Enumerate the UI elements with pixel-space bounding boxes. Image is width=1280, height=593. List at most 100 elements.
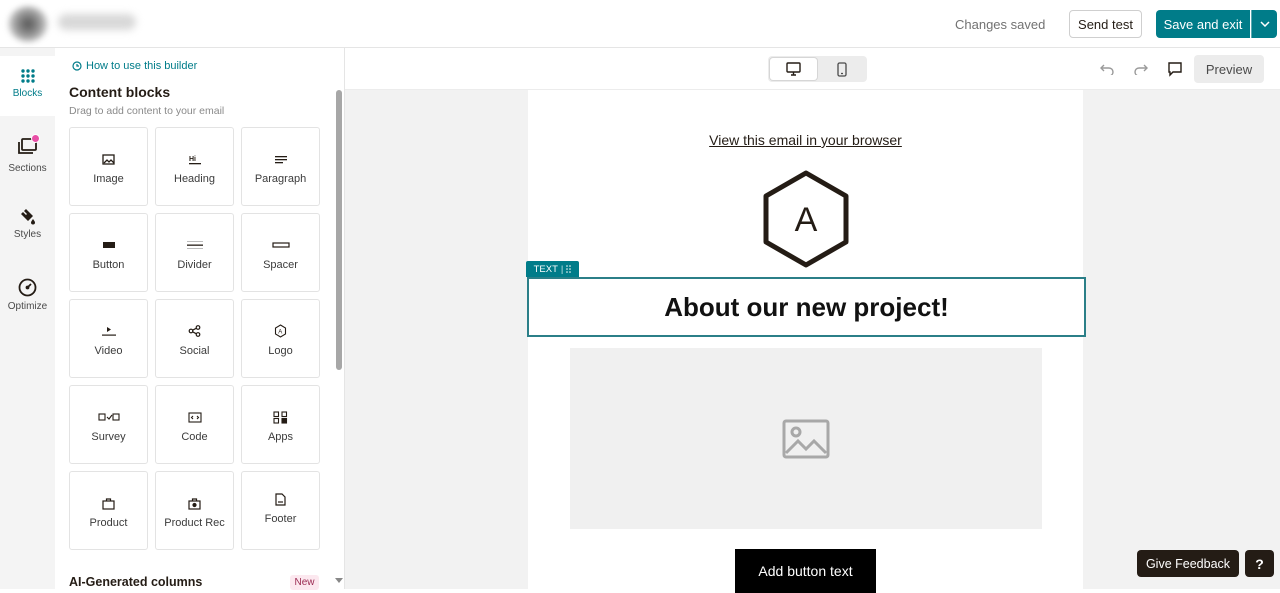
tag-separator: | (560, 263, 564, 275)
block-image[interactable]: Image (69, 127, 148, 206)
image-icon (782, 419, 830, 458)
brand-logo[interactable] (8, 6, 48, 42)
block-label: Product (89, 517, 128, 529)
block-button[interactable]: Button (69, 213, 148, 292)
save-status: Changes saved (955, 17, 1046, 32)
top-bar: Changes saved Send test Save and exit (0, 0, 1280, 48)
save-options-dropdown[interactable] (1251, 10, 1277, 38)
svg-text:Hi: Hi (189, 156, 196, 163)
desktop-icon (786, 62, 801, 76)
spacer-icon (271, 242, 290, 248)
heading-icon: Hi (188, 156, 201, 164)
email-heading: About our new project! (664, 291, 949, 322)
block-apps[interactable]: Apps (241, 385, 320, 464)
text-tag-label: TEXT (533, 263, 558, 275)
help-circle-icon (72, 61, 82, 71)
block-label: Spacer (263, 259, 298, 271)
how-to-label: How to use this builder (86, 60, 198, 72)
block-label: Paragraph (254, 173, 307, 185)
block-label: Button (92, 259, 125, 271)
email-canvas: View this email in your browser A TEXT |… (345, 90, 1280, 593)
rail-item-styles[interactable]: Styles (0, 196, 55, 256)
block-product-rec[interactable]: Product Rec (155, 471, 234, 550)
undo-icon (1099, 64, 1114, 75)
notification-dot (31, 134, 40, 143)
panel-title: Content blocks (69, 84, 171, 100)
block-logo[interactable]: A Logo (241, 299, 320, 378)
divider-icon (186, 241, 203, 249)
block-footer[interactable]: Footer (241, 471, 320, 550)
campaign-name[interactable] (58, 14, 136, 30)
paint-bucket-icon (21, 209, 35, 225)
mobile-view-button[interactable] (818, 58, 865, 80)
selected-text-block[interactable]: About our new project! (527, 277, 1086, 337)
rail-label: Optimize (7, 301, 48, 312)
redo-icon (1133, 64, 1148, 75)
help-button[interactable]: ? (1245, 550, 1274, 577)
preview-button[interactable]: Preview (1194, 55, 1264, 83)
block-label: Survey (91, 431, 126, 443)
block-label: Video (94, 345, 123, 357)
rail-item-optimize[interactable]: Optimize (0, 268, 55, 328)
redo-button[interactable] (1131, 61, 1149, 77)
block-survey[interactable]: Survey (69, 385, 148, 464)
comments-button[interactable] (1166, 61, 1184, 77)
panel-scrollbar[interactable] (336, 90, 342, 370)
chevron-down-icon (1259, 21, 1270, 27)
new-badge: New (290, 575, 319, 590)
view-in-browser-link[interactable]: View this email in your browser (528, 132, 1083, 148)
give-feedback-button[interactable]: Give Feedback (1137, 550, 1239, 577)
block-heading[interactable]: Hi Heading (155, 127, 234, 206)
block-paragraph[interactable]: Paragraph (241, 127, 320, 206)
email-body: View this email in your browser A TEXT |… (526, 90, 1086, 593)
left-rail: Blocks Sections Styles Optimize (0, 48, 55, 589)
panel-subtitle: Drag to add content to your email (69, 105, 225, 117)
logo-hexagon-icon: A (274, 324, 287, 338)
shopping-bag-icon (102, 497, 115, 510)
drag-handle-icon (566, 265, 572, 273)
block-label: Apps (267, 431, 294, 443)
block-video[interactable]: Video (69, 299, 148, 378)
button-icon (102, 242, 115, 248)
block-label: Social (179, 345, 210, 357)
apps-icon (273, 410, 288, 424)
block-label: Product Rec (164, 517, 225, 529)
block-label: Footer (264, 513, 297, 525)
rail-item-blocks[interactable]: Blocks (0, 56, 55, 116)
share-icon (188, 325, 201, 337)
video-icon (101, 326, 116, 336)
comment-icon (1168, 61, 1182, 77)
email-cta-button[interactable]: Add button text (735, 549, 876, 593)
survey-icon (97, 413, 120, 421)
email-logo[interactable]: A (760, 169, 852, 274)
send-test-button[interactable]: Send test (1069, 10, 1142, 38)
rail-item-sections[interactable]: Sections (0, 126, 55, 186)
how-to-link[interactable]: How to use this builder (72, 60, 197, 72)
block-label: Heading (174, 173, 215, 185)
block-spacer[interactable]: Spacer (241, 213, 320, 292)
block-label: Divider (177, 259, 212, 271)
block-social[interactable]: Social (155, 299, 234, 378)
block-label: Code (181, 431, 208, 443)
block-label: Logo (268, 345, 293, 357)
product-rec-icon (188, 497, 201, 510)
block-divider[interactable]: Divider (155, 213, 234, 292)
block-code[interactable]: Code (155, 385, 234, 464)
undo-button[interactable] (1098, 61, 1116, 77)
logo-letter: A (795, 201, 818, 239)
save-and-exit-button[interactable]: Save and exit (1156, 10, 1250, 38)
scroll-down-arrow-icon[interactable] (335, 578, 343, 583)
image-icon (102, 153, 115, 165)
paragraph-icon (274, 156, 287, 164)
device-toggle (768, 56, 867, 82)
desktop-view-button[interactable] (770, 58, 817, 80)
document-icon (275, 492, 286, 506)
gauge-icon (18, 278, 37, 297)
rail-label: Styles (13, 229, 42, 240)
image-placeholder[interactable] (570, 348, 1042, 529)
block-product[interactable]: Product (69, 471, 148, 550)
block-label: Image (93, 173, 124, 185)
ai-columns-heading: AI-Generated columns (69, 575, 203, 589)
mobile-icon (836, 61, 847, 77)
text-block-tag[interactable]: TEXT | (526, 261, 579, 277)
